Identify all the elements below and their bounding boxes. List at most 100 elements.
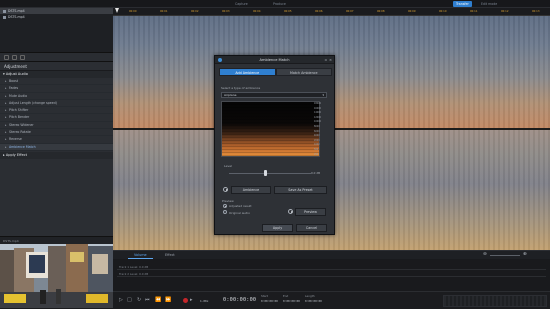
track-row[interactable]: Track 1 Level: 0.0 dB: [117, 265, 546, 270]
ruler-tick: 00:09: [408, 10, 416, 13]
media-item-label: DSTS.mp4: [8, 15, 25, 19]
freq-label: 10000: [314, 120, 321, 124]
preview-label: DSTS.mp4: [3, 239, 19, 243]
city-street-thumbnail: [0, 244, 113, 308]
adjusted-result-radio[interactable]: [223, 204, 227, 208]
tab-capture[interactable]: Capture: [232, 1, 251, 7]
select-ambience-label: Select a type of ambience: [221, 86, 261, 90]
ruler-tick: 00:08: [377, 10, 385, 13]
adjust-item-ambience-match[interactable]: Ambience Match: [0, 143, 113, 151]
maximize-icon[interactable]: ▫: [325, 56, 327, 64]
zoom-slider[interactable]: [490, 255, 520, 256]
adjust-item-adjust-length[interactable]: Adjust Length (change speed): [0, 100, 113, 107]
stop-icon[interactable]: □: [127, 297, 132, 303]
record-button-icon[interactable]: [183, 298, 188, 303]
ruler-tick: 00:05: [284, 10, 292, 13]
import-icon[interactable]: [4, 55, 9, 60]
adjusted-result-label: Adjusted result: [229, 204, 252, 208]
top-bar: Capture Produce Transfer Edit mode: [0, 0, 550, 8]
tab-edit-mode[interactable]: Edit mode: [478, 1, 500, 7]
apply-effect-group[interactable]: ▸ Apply Effect: [0, 151, 113, 159]
audio-file-icon: [3, 9, 6, 13]
ruler-tick: 00:12: [501, 10, 509, 13]
track-area[interactable]: Track 1 Level: 0.0 dB Track 2 Level: 0.0…: [113, 259, 550, 291]
apply-effect-label: Apply Effect: [5, 152, 27, 157]
freq-label: 14000: [314, 111, 321, 115]
apply-button[interactable]: Apply: [262, 224, 293, 232]
ruler-tick: 00:11: [470, 10, 478, 13]
ruler-tick: 00:03: [222, 10, 230, 13]
original-audio-label: Original audio: [229, 211, 251, 215]
left-panel: DSTS.mp4 DSTS.mp4 Adjustment ▾ Adjust Au…: [0, 8, 113, 309]
adjust-audio-label: Adjust Audio: [5, 72, 28, 76]
chevron-down-icon: ▾: [322, 93, 324, 97]
level-label: Level: [224, 164, 232, 168]
forward-icon[interactable]: ⏩: [165, 297, 171, 303]
rewind-icon[interactable]: ⏪: [155, 297, 161, 303]
freq-label: 250: [314, 152, 319, 156]
media-item-label: DSTS.mp4: [8, 9, 25, 13]
tab-volume[interactable]: Volume: [128, 252, 153, 259]
adjust-item-pitch-shifter[interactable]: Pitch Shifter: [0, 107, 113, 115]
video-preview[interactable]: [0, 244, 113, 308]
ambience-type-select[interactable]: Airplane ▾: [221, 92, 327, 98]
freq-label: 4000: [314, 134, 320, 138]
loop-icon[interactable]: ↻: [137, 297, 141, 303]
adjust-item-boost[interactable]: Boost: [0, 78, 113, 86]
tab-effect[interactable]: Effect: [159, 252, 181, 259]
time-ruler[interactable]: 00:00 00:01 00:02 00:03 00:04 00:05 00:0…: [113, 8, 550, 16]
start-label: Start: [261, 294, 268, 298]
tab-match-ambience[interactable]: Match Ambience: [275, 68, 332, 76]
track-row[interactable]: Track 2 Level: 0.0 dB: [117, 272, 546, 277]
cancel-button[interactable]: Cancel: [296, 224, 327, 232]
zoom-in-icon[interactable]: ⊕: [523, 252, 527, 257]
adjustment-title: Adjustment: [0, 62, 113, 71]
folder-icon[interactable]: [12, 55, 17, 60]
freq-label: 500: [314, 148, 319, 151]
play-ambience-icon[interactable]: [223, 187, 228, 192]
app-logo-icon: [218, 58, 222, 62]
media-item[interactable]: DSTS.mp4: [0, 14, 113, 20]
close-icon[interactable]: ×: [329, 56, 332, 64]
adjust-item-stereo-widener[interactable]: Stereo Widener: [0, 122, 113, 129]
ruler-tick: 00:01: [160, 10, 168, 13]
preview-section-label: Preview: [222, 199, 234, 203]
start-value[interactable]: 0:00:00:00: [261, 299, 278, 303]
ambience-button[interactable]: Ambience: [231, 186, 271, 194]
transport-bar: ▷ □ ↻ ⏮ ⏪ ⏩ ▸ 1.00x 0:00:00:00 Start 0:0…: [113, 291, 550, 309]
tab-add-ambience[interactable]: Add Ambience: [219, 68, 276, 76]
lower-tabs: Volume Effect ⊖ ⊕: [113, 250, 550, 259]
dialog-titlebar: Ambience Match ▫ ×: [215, 56, 334, 64]
level-slider-knob[interactable]: [264, 170, 267, 176]
play-preview-icon[interactable]: [288, 209, 293, 214]
adjust-item-stereo-rotate[interactable]: Stereo Rotate: [0, 129, 113, 137]
save-as-preset-button[interactable]: Save As Preset: [274, 186, 327, 194]
length-label: Length: [305, 294, 315, 298]
record-options-icon[interactable]: ▸: [190, 297, 193, 303]
end-value[interactable]: 0:00:00:00: [283, 299, 300, 303]
original-audio-radio[interactable]: [223, 210, 227, 214]
freq-label: 8000: [314, 125, 320, 128]
preview-button[interactable]: Preview: [295, 208, 326, 216]
freq-label: 6000: [314, 129, 320, 133]
ruler-tick: 00:04: [253, 10, 261, 13]
adjust-item-reverse[interactable]: Reverse: [0, 136, 113, 144]
zoom-out-icon[interactable]: ⊖: [483, 252, 487, 257]
end-label: End: [283, 294, 289, 298]
level-slider-track[interactable]: [229, 173, 311, 174]
adjust-item-pitch-bender[interactable]: Pitch Bender: [0, 114, 113, 122]
play-icon[interactable]: ▷: [119, 297, 123, 303]
tab-produce[interactable]: Produce: [270, 1, 289, 7]
ruler-tick: 00:00: [129, 10, 137, 13]
left-toolbar: [0, 53, 113, 62]
record-icon[interactable]: [20, 55, 25, 60]
adjust-audio-group[interactable]: ▾ Adjust Audio: [0, 71, 113, 78]
tab-transfer[interactable]: Transfer: [453, 1, 472, 7]
adjustment-panel: Adjustment ▾ Adjust Audio Boost Fades Mu…: [0, 62, 113, 236]
app-window: Capture Produce Transfer Edit mode DSTS.…: [0, 0, 550, 309]
adjust-item-mute-audio[interactable]: Mute Audio: [0, 93, 113, 100]
adjust-item-fades[interactable]: Fades: [0, 85, 113, 93]
playhead-icon[interactable]: [115, 8, 119, 13]
length-value[interactable]: 0:00:00:00: [305, 299, 322, 303]
skip-start-icon[interactable]: ⏮: [145, 297, 150, 303]
